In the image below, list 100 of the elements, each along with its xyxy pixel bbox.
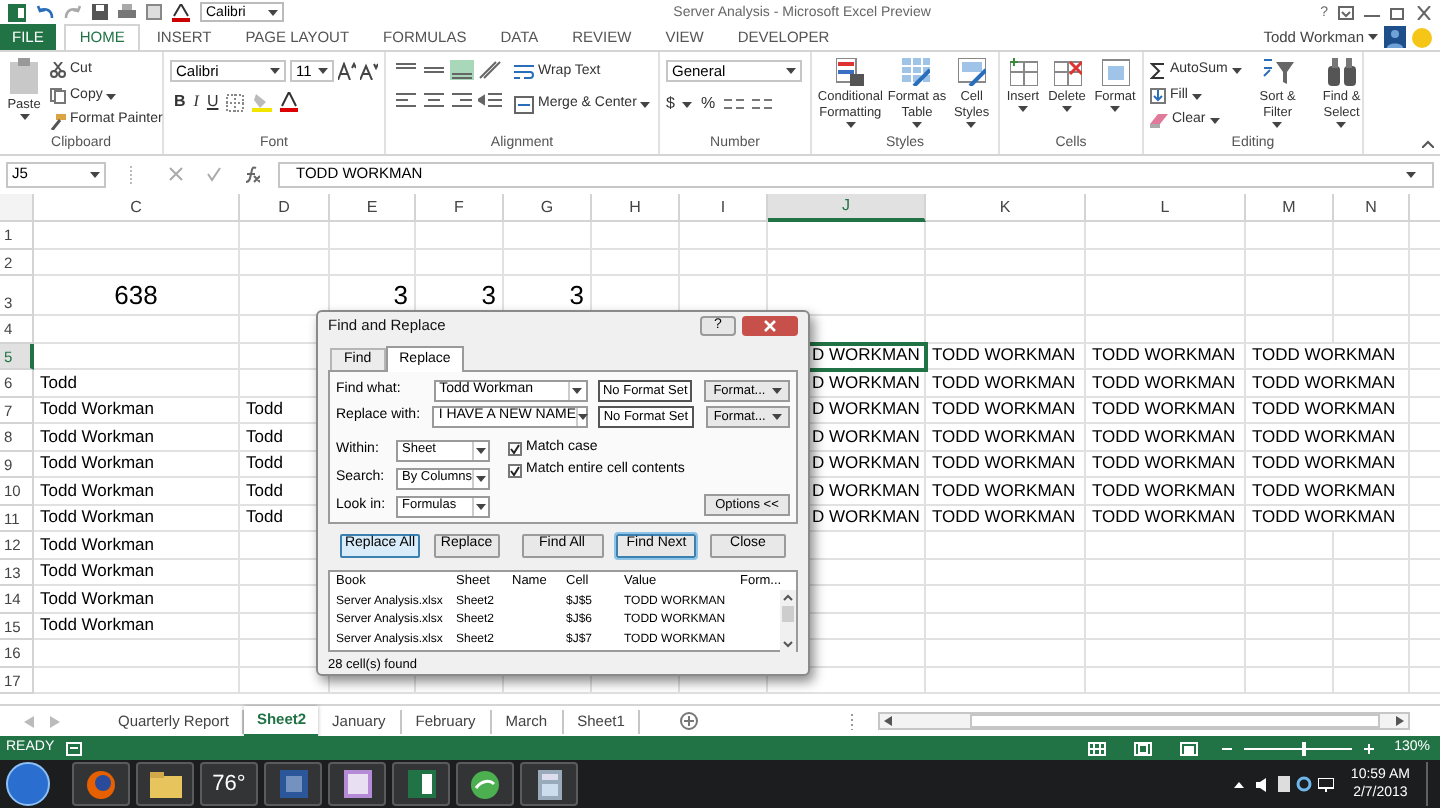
- empty-cell[interactable]: [680, 249, 768, 276]
- empty-cell[interactable]: [926, 613, 1086, 640]
- borders-icon[interactable]: [226, 93, 245, 111]
- currency-button[interactable]: $: [666, 92, 675, 116]
- empty-cell[interactable]: [1086, 222, 1246, 249]
- empty-cell[interactable]: [1334, 640, 1410, 667]
- zoom-in-icon[interactable]: [1364, 743, 1375, 753]
- italic-button[interactable]: I: [193, 90, 199, 114]
- empty-cell[interactable]: [330, 222, 416, 249]
- underline-button[interactable]: U: [206, 90, 219, 114]
- restore-icon[interactable]: [1390, 5, 1406, 19]
- column-header[interactable]: M: [1246, 194, 1334, 222]
- empty-cell[interactable]: [926, 559, 1086, 586]
- scroll-right-icon[interactable]: [1396, 716, 1404, 726]
- empty-cell[interactable]: [768, 249, 926, 276]
- empty-cell[interactable]: [1246, 276, 1334, 316]
- select-all-corner[interactable]: [0, 194, 34, 222]
- empty-cell[interactable]: [1086, 559, 1246, 586]
- column-header[interactable]: H: [592, 194, 680, 222]
- column-header[interactable]: L: [1086, 194, 1246, 222]
- previous-sheet-icon[interactable]: [24, 715, 34, 727]
- shrink-font-icon[interactable]: [360, 62, 378, 80]
- restore-ribbon-icon[interactable]: [1338, 5, 1354, 19]
- column-header[interactable]: N: [1334, 194, 1410, 222]
- empty-cell[interactable]: [416, 249, 504, 276]
- print-icon[interactable]: [118, 4, 136, 20]
- empty-cell[interactable]: [926, 249, 1086, 276]
- horizontal-scrollbar[interactable]: [878, 712, 1410, 730]
- empty-cell[interactable]: [330, 249, 416, 276]
- empty-cell[interactable]: [1246, 667, 1334, 694]
- empty-cell[interactable]: [592, 222, 680, 249]
- center-icon[interactable]: [422, 90, 446, 110]
- empty-cell[interactable]: [1086, 276, 1246, 316]
- empty-cell[interactable]: [1246, 613, 1334, 640]
- start-button[interactable]: [6, 762, 50, 806]
- empty-cell[interactable]: [1334, 586, 1410, 613]
- sync-icon[interactable]: [1296, 776, 1313, 792]
- cancel-icon[interactable]: [168, 166, 184, 182]
- empty-cell[interactable]: [926, 316, 1086, 343]
- bold-button[interactable]: B: [174, 90, 186, 114]
- weather-button[interactable]: 76°: [200, 762, 258, 806]
- column-header[interactable]: D: [240, 194, 330, 222]
- spreadsheet-app-button[interactable]: [392, 762, 450, 806]
- align-left-icon[interactable]: [394, 90, 418, 110]
- undo-icon[interactable]: [36, 4, 54, 20]
- save-icon[interactable]: [92, 4, 108, 20]
- empty-cell[interactable]: [240, 249, 330, 276]
- calculator-button[interactable]: [520, 762, 578, 806]
- check-icon[interactable]: [206, 166, 222, 182]
- fill-color-icon[interactable]: [252, 92, 273, 112]
- empty-cell[interactable]: [1246, 640, 1334, 667]
- function-icon[interactable]: [244, 165, 260, 183]
- page-layout-icon[interactable]: [1134, 741, 1153, 755]
- expand-icon[interactable]: [1406, 171, 1416, 177]
- tray-app-icon[interactable]: [1278, 776, 1291, 792]
- grow-font-icon[interactable]: [338, 62, 356, 80]
- empty-cell[interactable]: [504, 249, 592, 276]
- percent-button[interactable]: %: [700, 92, 716, 116]
- empty-cell[interactable]: [1334, 613, 1410, 640]
- column-header[interactable]: G: [504, 194, 592, 222]
- column-header[interactable]: E: [330, 194, 416, 222]
- empty-cell[interactable]: [504, 222, 592, 249]
- align-right-icon[interactable]: [450, 90, 474, 110]
- circle-app-button[interactable]: [456, 762, 514, 806]
- empty-cell[interactable]: [680, 222, 768, 249]
- font-color-icon[interactable]: [280, 92, 299, 112]
- empty-cell[interactable]: [926, 532, 1086, 559]
- column-header[interactable]: I: [680, 194, 768, 222]
- page-break-icon[interactable]: [1180, 741, 1199, 755]
- zoom-out-icon[interactable]: [1222, 743, 1233, 753]
- font-color-icon[interactable]: [172, 3, 190, 21]
- empty-cell[interactable]: [1334, 559, 1410, 586]
- orientation-icon[interactable]: [478, 60, 502, 80]
- close-button[interactable]: [742, 316, 798, 337]
- empty-cell[interactable]: [1086, 316, 1246, 343]
- scroll-left-icon[interactable]: [884, 716, 892, 726]
- empty-cell[interactable]: [1246, 586, 1334, 613]
- empty-cell[interactable]: [1334, 316, 1410, 343]
- document-app-button[interactable]: [264, 762, 322, 806]
- empty-cell[interactable]: [1246, 532, 1334, 559]
- checkbox[interactable]: [508, 441, 522, 456]
- checkbox[interactable]: [508, 463, 522, 478]
- empty-cell[interactable]: [592, 249, 680, 276]
- empty-cell[interactable]: [416, 222, 504, 249]
- column-header[interactable]: K: [926, 194, 1086, 222]
- column-header[interactable]: C: [34, 194, 240, 222]
- picture-frame-icon[interactable]: [146, 4, 162, 20]
- empty-cell[interactable]: [926, 586, 1086, 613]
- empty-cell[interactable]: [1246, 222, 1334, 249]
- column-header[interactable]: F: [416, 194, 504, 222]
- empty-cell[interactable]: [768, 222, 926, 249]
- empty-cell[interactable]: [1246, 249, 1334, 276]
- empty-cell[interactable]: [926, 222, 1086, 249]
- empty-cell[interactable]: [926, 640, 1086, 667]
- empty-cell[interactable]: [1086, 249, 1246, 276]
- browser-button[interactable]: [72, 762, 130, 806]
- empty-cell[interactable]: [1246, 559, 1334, 586]
- photo-app-button[interactable]: [328, 762, 386, 806]
- empty-cell[interactable]: [1334, 249, 1410, 276]
- close-icon[interactable]: [1416, 5, 1432, 19]
